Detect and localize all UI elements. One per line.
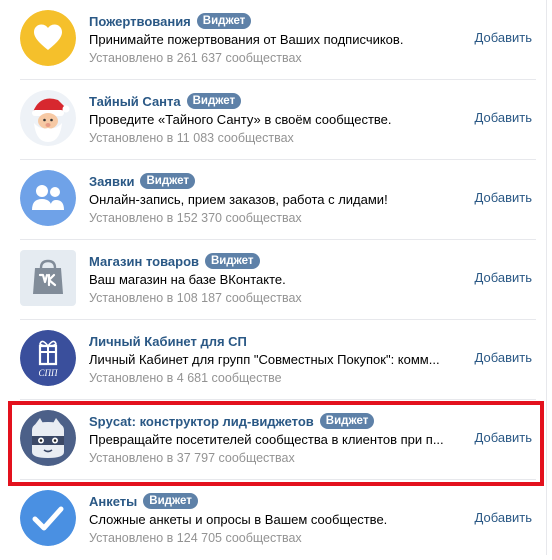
- santa-icon[interactable]: [20, 90, 76, 146]
- install-count: Установлено в 152 370 сообществах: [89, 211, 302, 225]
- app-description: Проведите «Тайного Санту» в своём сообще…: [89, 112, 392, 127]
- add-button[interactable]: Добавить: [475, 270, 532, 285]
- users-icon[interactable]: [20, 170, 76, 226]
- apps-panel: Пожертвования Виджет Принимайте пожертво…: [0, 0, 547, 555]
- widget-badge: Виджет: [319, 413, 375, 429]
- install-count: Установлено в 11 083 сообществах: [89, 131, 294, 145]
- add-button[interactable]: Добавить: [475, 350, 532, 365]
- app-title[interactable]: Анкеты: [89, 494, 137, 509]
- list-item: Пожертвования Виджет Принимайте пожертво…: [0, 0, 546, 80]
- add-button[interactable]: Добавить: [475, 190, 532, 205]
- list-item: Магазин товаров Виджет Ваш магазин на ба…: [0, 240, 546, 320]
- app-title[interactable]: Заявки: [89, 174, 134, 189]
- install-count: Установлено в 124 705 сообществах: [89, 531, 302, 545]
- list-item: Тайный Санта Виджет Проведите «Тайного С…: [0, 80, 546, 160]
- heart-icon[interactable]: [20, 10, 76, 66]
- install-count: Установлено в 37 797 сообществах: [89, 451, 295, 465]
- list-item: Анкеты Виджет Сложные анкеты и опросы в …: [0, 480, 546, 560]
- widget-badge: Виджет: [186, 93, 242, 109]
- install-count: Установлено в 4 681 сообществе: [89, 371, 282, 385]
- checkmark-icon[interactable]: [20, 490, 76, 546]
- add-button[interactable]: Добавить: [475, 510, 532, 525]
- install-count: Установлено в 108 187 сообществах: [89, 291, 302, 305]
- app-title[interactable]: Тайный Санта: [89, 94, 181, 109]
- widget-badge: Виджет: [196, 13, 252, 29]
- list-item: Spycat: конструктор лид-виджетов Виджет …: [0, 400, 546, 480]
- app-title[interactable]: Магазин товаров: [89, 254, 199, 269]
- add-button[interactable]: Добавить: [475, 30, 532, 45]
- app-list: Пожертвования Виджет Принимайте пожертво…: [0, 0, 546, 560]
- app-description: Ваш магазин на базе ВКонтакте.: [89, 272, 286, 287]
- app-description: Сложные анкеты и опросы в Вашем сообщест…: [89, 512, 388, 527]
- list-item: Заявки Виджет Онлайн-запись, прием заказ…: [0, 160, 546, 240]
- widget-badge: Виджет: [143, 493, 198, 509]
- app-description: Принимайте пожертвования от Ваших подпис…: [89, 32, 404, 47]
- app-description: Онлайн-запись, прием заказов, работа с л…: [89, 192, 388, 207]
- sp-logo-text: СПП: [38, 368, 58, 378]
- app-title[interactable]: Пожертвования: [89, 14, 191, 29]
- install-count: Установлено в 261 637 сообществах: [89, 51, 302, 65]
- app-title[interactable]: Spycat: конструктор лид-виджетов: [89, 414, 314, 429]
- vk-shopping-bag-icon[interactable]: [20, 250, 76, 306]
- list-item: СПП Личный Кабинет для СП Личный Кабинет…: [0, 320, 546, 400]
- widget-badge: Виджет: [205, 253, 260, 269]
- app-description: Личный Кабинет для групп "Совместных Пок…: [89, 352, 440, 367]
- add-button[interactable]: Добавить: [475, 430, 532, 445]
- add-button[interactable]: Добавить: [475, 110, 532, 125]
- app-title[interactable]: Личный Кабинет для СП: [89, 334, 247, 349]
- app-description: Превращайте посетителей сообщества в кли…: [89, 432, 444, 447]
- widget-badge: Виджет: [140, 173, 196, 189]
- gift-box-icon[interactable]: СПП: [20, 330, 76, 386]
- spy-cat-icon[interactable]: [20, 410, 76, 466]
